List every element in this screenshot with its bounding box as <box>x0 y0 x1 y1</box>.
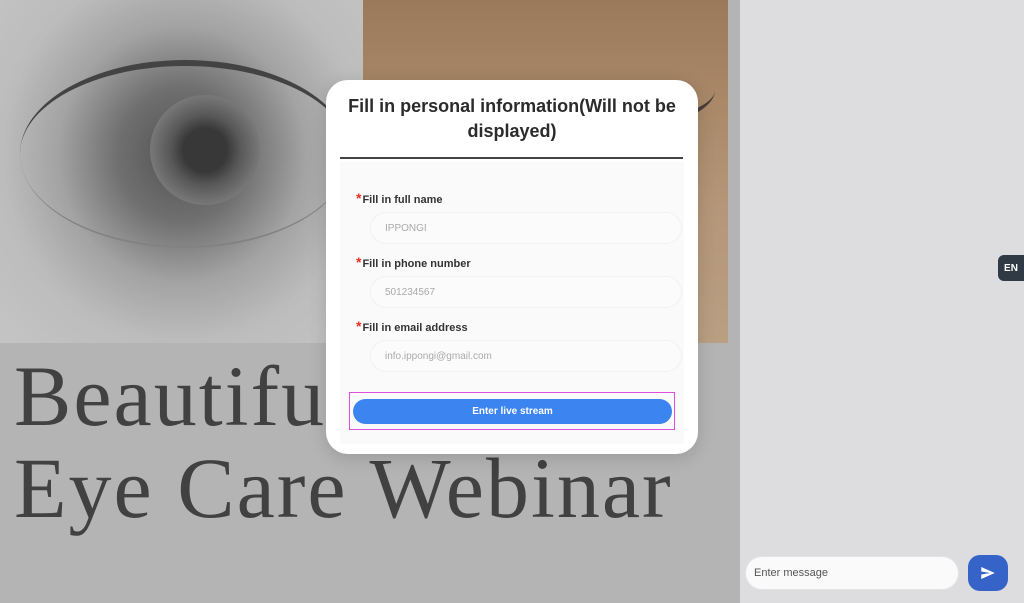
phone-number-input[interactable] <box>371 277 681 307</box>
chat-overlay <box>740 0 1024 603</box>
send-icon <box>981 567 995 579</box>
language-button[interactable]: EN <box>998 255 1024 281</box>
phone-number-label: *Fill in phone number <box>356 254 471 270</box>
personal-info-modal: Fill in personal information(Will not be… <box>326 80 698 454</box>
email-address-input[interactable] <box>371 341 681 371</box>
send-button[interactable] <box>968 555 1008 591</box>
required-mark: * <box>356 254 362 270</box>
required-mark: * <box>356 318 362 334</box>
required-mark: * <box>356 190 362 206</box>
enter-live-stream-button[interactable]: Enter live stream <box>353 399 672 424</box>
full-name-input[interactable] <box>371 213 681 243</box>
modal-divider <box>340 157 683 159</box>
modal-title: Fill in personal information(Will not be… <box>348 96 676 141</box>
full-name-label: *Fill in full name <box>356 190 443 206</box>
email-address-label: *Fill in email address <box>356 318 468 334</box>
chat-message-input[interactable] <box>745 556 959 590</box>
